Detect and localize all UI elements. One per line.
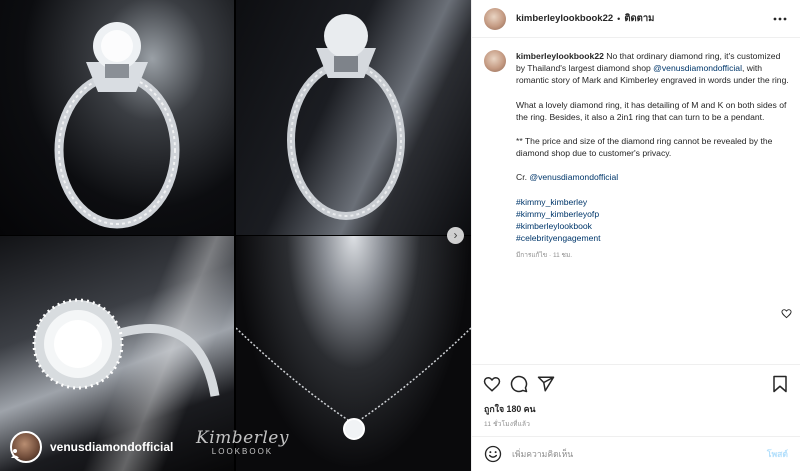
separator-dot: • bbox=[617, 13, 621, 24]
ring-side-photo bbox=[236, 0, 471, 235]
tagged-user[interactable]: venusdiamondofficial bbox=[10, 431, 173, 463]
hashtag[interactable]: #kimmy_kimberley bbox=[516, 197, 587, 207]
caption-paragraph-2: What a lovely diamond ring, it has detai… bbox=[516, 99, 787, 122]
credit-prefix: Cr. bbox=[516, 172, 530, 183]
watermark-text: LOOKBOOK bbox=[211, 447, 274, 456]
comment-icon[interactable] bbox=[509, 374, 529, 394]
caption-username[interactable]: kimberleylookbook22 bbox=[516, 51, 604, 61]
hashtag[interactable]: #celebrityengagement bbox=[516, 233, 601, 243]
caption-paragraph-3: ** The price and size of the diamond rin… bbox=[516, 136, 773, 159]
comment-input[interactable]: เพิ่มความคิดเห็น bbox=[512, 447, 767, 461]
caption-text: kimberleylookbook22 No that ordinary dia… bbox=[516, 50, 790, 263]
caption-avatar[interactable] bbox=[484, 50, 506, 72]
caption: kimberleylookbook22 No that ordinary dia… bbox=[484, 50, 790, 263]
bookmark-icon[interactable] bbox=[770, 374, 790, 394]
next-slide-button[interactable]: › bbox=[447, 227, 464, 244]
hashtag[interactable]: #kimmy_kimberleyofp bbox=[516, 209, 599, 219]
post-panel: kimberleylookbook22 • ติดตาม kimberleylo… bbox=[471, 0, 800, 471]
smiley-icon[interactable] bbox=[484, 445, 502, 463]
credit-mention[interactable]: @venusdiamondofficial bbox=[529, 172, 618, 182]
watermark-script: Kimberley bbox=[196, 428, 289, 448]
follow-button[interactable]: ติดตาม bbox=[624, 11, 654, 26]
chevron-right-icon: › bbox=[453, 228, 458, 242]
caption-mention[interactable]: @venusdiamondofficial bbox=[653, 63, 742, 73]
post-comment-button[interactable]: โพสต์ bbox=[767, 447, 788, 461]
kimberley-lookbook-watermark: Kimberley LOOKBOOK bbox=[196, 428, 289, 456]
post-header: kimberleylookbook22 • ติดตาม bbox=[472, 0, 800, 38]
post-time: 11 ชั่วโมงที่แล้ว bbox=[484, 421, 531, 428]
hashtag[interactable]: #kimberleylookbook bbox=[516, 221, 592, 231]
edited-timestamp: มีการแก้ไข · 11 ชม. bbox=[516, 252, 573, 260]
tag-person-icon[interactable] bbox=[10, 448, 20, 458]
heart-icon[interactable] bbox=[482, 374, 502, 394]
post-media[interactable]: › venusdiamondofficial Kimberley LOOKBOO… bbox=[0, 0, 471, 471]
tagged-user-avatar bbox=[10, 431, 42, 463]
paper-plane-icon[interactable] bbox=[536, 374, 556, 394]
comment-bar: เพิ่มความคิดเห็น โพสต์ bbox=[472, 436, 800, 471]
tagged-username: venusdiamondofficial bbox=[50, 440, 174, 454]
like-count[interactable]: ถูกใจ 180 คน bbox=[484, 402, 536, 416]
comment-like-heart-icon[interactable] bbox=[781, 308, 792, 319]
author-username[interactable]: kimberleylookbook22 bbox=[516, 13, 613, 24]
action-bar bbox=[472, 364, 800, 402]
ring-front-photo bbox=[0, 0, 234, 235]
author-avatar[interactable] bbox=[484, 7, 506, 30]
more-options-icon[interactable] bbox=[772, 11, 788, 27]
